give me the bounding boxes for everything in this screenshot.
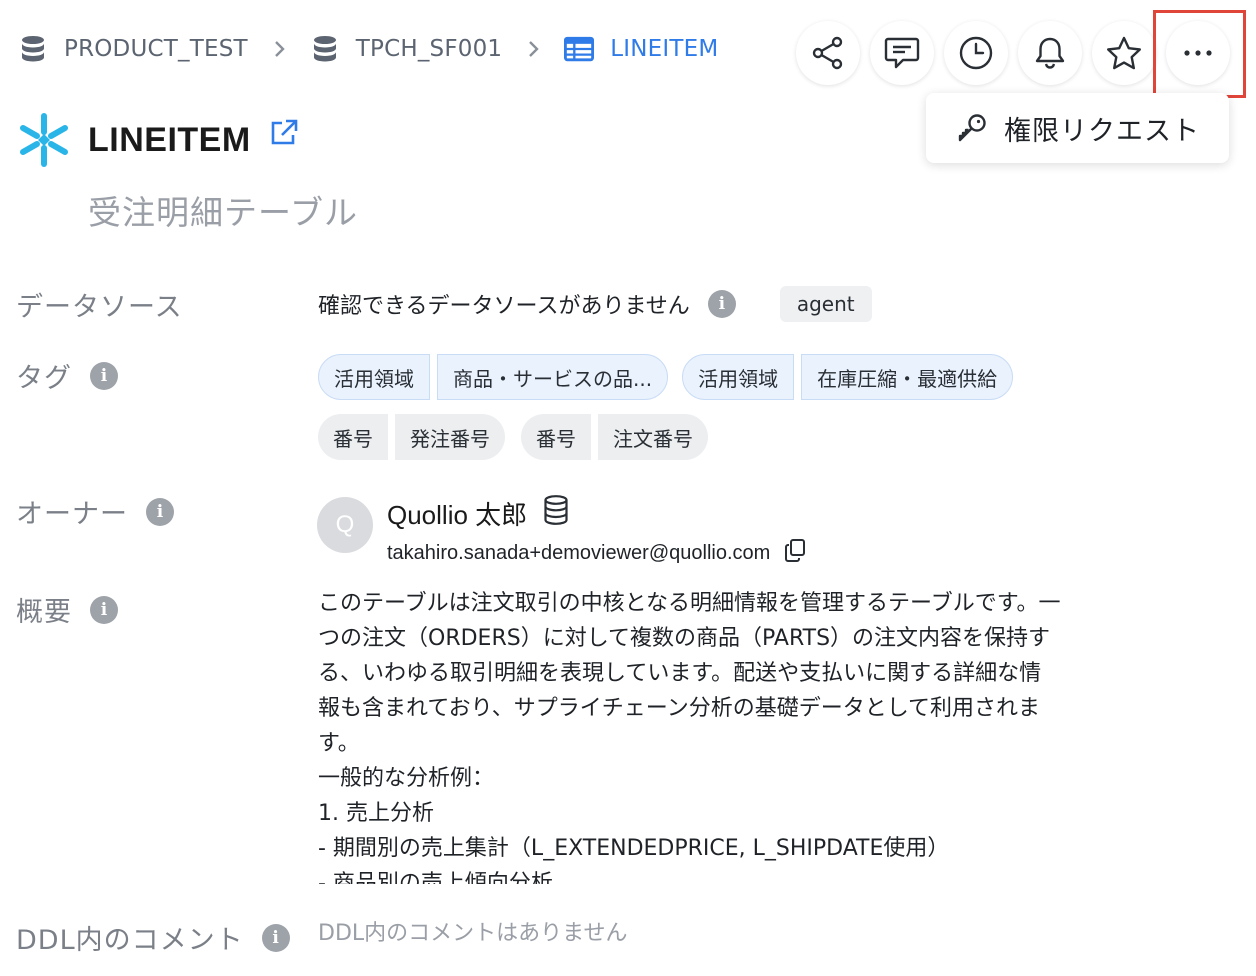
- table-icon: [564, 34, 595, 64]
- share-icon: [812, 36, 843, 70]
- schema-icon: [310, 34, 340, 64]
- owner-label-text: オーナー: [16, 499, 128, 530]
- tag-category[interactable]: 番号: [521, 414, 591, 460]
- menu-item-label: 権限リクエスト: [1004, 115, 1200, 147]
- breadcrumb-label: LINEITEM: [610, 36, 719, 62]
- owner-email: takahiro.sanada+demoviewer@quollio.com: [387, 541, 771, 564]
- breadcrumb-item-table[interactable]: LINEITEM: [564, 34, 718, 64]
- tag-value[interactable]: 在庫圧縮・最適供給: [801, 354, 1014, 400]
- menu-item-request-permission[interactable]: 権限リクエスト: [926, 93, 1229, 163]
- page-subtitle: 受注明細テーブル: [88, 193, 359, 232]
- copy-icon[interactable]: [784, 538, 806, 568]
- tag-value[interactable]: 発注番号: [395, 414, 505, 460]
- owner-label: オーナー i: [16, 492, 174, 531]
- chevron-right-icon: [274, 40, 286, 58]
- database-icon: [18, 34, 48, 64]
- comment-icon: [884, 37, 920, 69]
- info-icon[interactable]: i: [261, 923, 290, 952]
- highlight-box: [1153, 10, 1246, 98]
- info-icon[interactable]: i: [146, 497, 174, 526]
- tags-label-text: タグ: [16, 363, 72, 394]
- datasource-label-text: データソース: [16, 292, 183, 323]
- tag-category[interactable]: 番号: [318, 414, 388, 460]
- ddl-value: DDL内のコメントはありません: [318, 921, 628, 946]
- tags-label: タグ i: [16, 356, 118, 395]
- comment-button[interactable]: [870, 21, 934, 85]
- summary-label: 概要 i: [16, 590, 118, 629]
- history-icon: [959, 36, 993, 70]
- summary-line: - 期間別の売上集計（L_EXTENDEDPRICE, L_SHIPDATE使用…: [318, 836, 950, 861]
- breadcrumb-label: TPCH_SF001: [355, 36, 503, 62]
- datasource-value: 確認できるデータソースがありません i agent: [318, 286, 872, 322]
- breadcrumb: PRODUCT_TEST TPCH_SF001 LINEITEM: [18, 28, 718, 70]
- ddl-label: DDL内のコメント i: [16, 918, 290, 957]
- key-icon: [958, 114, 986, 142]
- summary-text: このテーブルは注文取引の中核となる明細情報を管理するテーブルです。一 つの注文（…: [318, 586, 1158, 884]
- tag-category[interactable]: 活用領域: [682, 354, 795, 400]
- tag-category[interactable]: 活用領域: [318, 354, 430, 400]
- breadcrumb-item-database[interactable]: PRODUCT_TEST: [18, 34, 248, 64]
- breadcrumb-item-schema[interactable]: TPCH_SF001: [310, 34, 503, 64]
- breadcrumb-label: PRODUCT_TEST: [64, 36, 248, 62]
- summary-line: る、いわゆる取引明細を表現しています。配送や支払いに関する詳細な情: [318, 661, 1042, 686]
- history-button[interactable]: [944, 21, 1008, 85]
- chevron-right-icon: [528, 40, 540, 58]
- share-button[interactable]: [796, 21, 860, 85]
- agent-badge: agent: [779, 286, 872, 322]
- summary-line: 一般的な分析例：: [318, 766, 495, 791]
- ddl-label-text: DDL内のコメント: [16, 925, 244, 956]
- tag-list: 活用領域 商品・サービスの品... 活用領域 在庫圧縮・最適供給 番号 発注番号 番号…: [318, 354, 1078, 474]
- info-icon[interactable]: i: [90, 361, 118, 390]
- summary-line: 報も含まれており、サプライチェーン分析の基礎データとして利用されま: [318, 696, 1041, 721]
- star-icon: [1107, 36, 1141, 70]
- summary-line: つの注文（ORDERS）に対して複数の商品（PARTS）の注文内容を保持す: [318, 626, 1051, 651]
- info-icon[interactable]: i: [707, 290, 736, 318]
- tag-value[interactable]: 注文番号: [598, 414, 708, 460]
- database-icon: [543, 495, 569, 532]
- summary-label-text: 概要: [16, 597, 72, 628]
- datasource-text: 確認できるデータソースがありません: [318, 294, 690, 319]
- info-icon[interactable]: i: [90, 595, 118, 624]
- bell-icon: [1035, 37, 1065, 69]
- summary-line: 1. 売上分析: [318, 801, 434, 826]
- favorite-button[interactable]: [1092, 21, 1156, 85]
- owner-name[interactable]: Quollio 太郎: [387, 495, 527, 532]
- summary-line: す。: [318, 731, 360, 756]
- summary-line: - 商品別の売上傾向分析: [318, 871, 553, 884]
- owner-card: Q Quollio 太郎 takahiro.sanada+demoviewer@…: [317, 495, 806, 568]
- snowflake-icon: [20, 113, 68, 167]
- avatar: Q: [317, 497, 373, 553]
- table-header: LINEITEM: [16, 112, 299, 168]
- tag-value[interactable]: 商品・サービスの品...: [437, 354, 669, 400]
- notification-button[interactable]: [1018, 21, 1082, 85]
- summary-line: このテーブルは注文取引の中核となる明細情報を管理するテーブルです。一: [318, 591, 1061, 616]
- datasource-label: データソース: [16, 285, 183, 324]
- page-title: LINEITEM: [88, 120, 251, 159]
- external-link-icon[interactable]: [269, 118, 299, 152]
